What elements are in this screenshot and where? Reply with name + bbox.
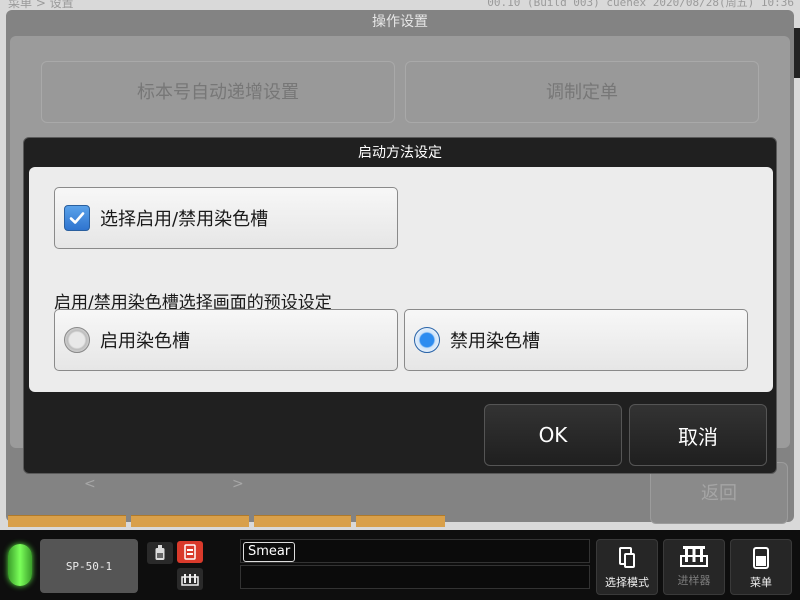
menu-icon bbox=[753, 547, 769, 569]
auto-increment-settings-button[interactable]: 标本号自动递增设置 bbox=[41, 61, 395, 123]
bottom-tab-2[interactable] bbox=[131, 515, 249, 527]
slide-rack-icon[interactable] bbox=[177, 568, 203, 590]
checkmark-icon bbox=[69, 212, 85, 224]
radio-option-disable[interactable]: 禁用染色槽 bbox=[404, 309, 748, 371]
status-bar: SP-50-1 Smear 选择模式 进样器 菜单 bbox=[0, 530, 800, 600]
bottom-tab-1[interactable] bbox=[8, 515, 126, 527]
menu-button[interactable]: 菜单 bbox=[730, 539, 792, 595]
status-led bbox=[8, 544, 32, 586]
panel-title: 操作设置 bbox=[372, 14, 428, 30]
radio-label-enable: 启用染色槽 bbox=[100, 331, 190, 352]
checkbox-checked[interactable] bbox=[64, 205, 90, 231]
ok-button[interactable]: OK bbox=[484, 404, 622, 466]
waste-alert-icon[interactable] bbox=[177, 541, 203, 563]
message-field-bottom bbox=[240, 565, 590, 589]
dialog-body: 选择启用/禁用染色槽 启用/禁用染色槽选择画面的预设设定 启用染色槽 禁用染色槽 bbox=[29, 167, 773, 392]
menu-label: 菜单 bbox=[750, 576, 772, 589]
select-mode-label: 选择模式 bbox=[605, 576, 649, 589]
sampler-rack-icon bbox=[680, 546, 708, 567]
custom-order-button[interactable]: 调制定单 bbox=[405, 61, 759, 123]
enable-disable-checkbox-option[interactable]: 选择启用/禁用染色槽 bbox=[54, 187, 398, 249]
bottom-tab-3[interactable] bbox=[254, 515, 351, 527]
radio-option-enable[interactable]: 启用染色槽 bbox=[54, 309, 398, 371]
sampler-button: 进样器 bbox=[663, 539, 725, 595]
radio-unselected[interactable] bbox=[64, 327, 90, 353]
message-field-top: Smear bbox=[240, 539, 590, 563]
select-mode-button[interactable]: 选择模式 bbox=[596, 539, 658, 595]
version-info: 00.10 (Build 003) cuenex 2020/08/28(周五) … bbox=[487, 0, 794, 9]
dialog-title: 启动方法设定 bbox=[358, 145, 442, 161]
breadcrumb: 菜单 > 设置 bbox=[8, 0, 74, 10]
next-page-button[interactable]: > bbox=[232, 476, 244, 492]
bottom-tab-4[interactable] bbox=[356, 515, 445, 527]
select-mode-icon bbox=[619, 547, 635, 568]
sampler-label: 进样器 bbox=[677, 574, 711, 587]
mode-tag: Smear bbox=[243, 542, 296, 562]
radio-label-disable: 禁用染色槽 bbox=[450, 331, 540, 352]
device-button[interactable]: SP-50-1 bbox=[40, 539, 138, 593]
prev-page-button[interactable]: < bbox=[84, 476, 96, 492]
startup-method-dialog: 启动方法设定 选择启用/禁用染色槽 启用/禁用染色槽选择画面的预设设定 启用染色… bbox=[23, 137, 777, 474]
cancel-button[interactable]: 取消 bbox=[629, 404, 767, 466]
radio-selected[interactable] bbox=[414, 327, 440, 353]
reagent-bottle-icon[interactable] bbox=[147, 542, 173, 564]
checkbox-label: 选择启用/禁用染色槽 bbox=[100, 209, 269, 230]
